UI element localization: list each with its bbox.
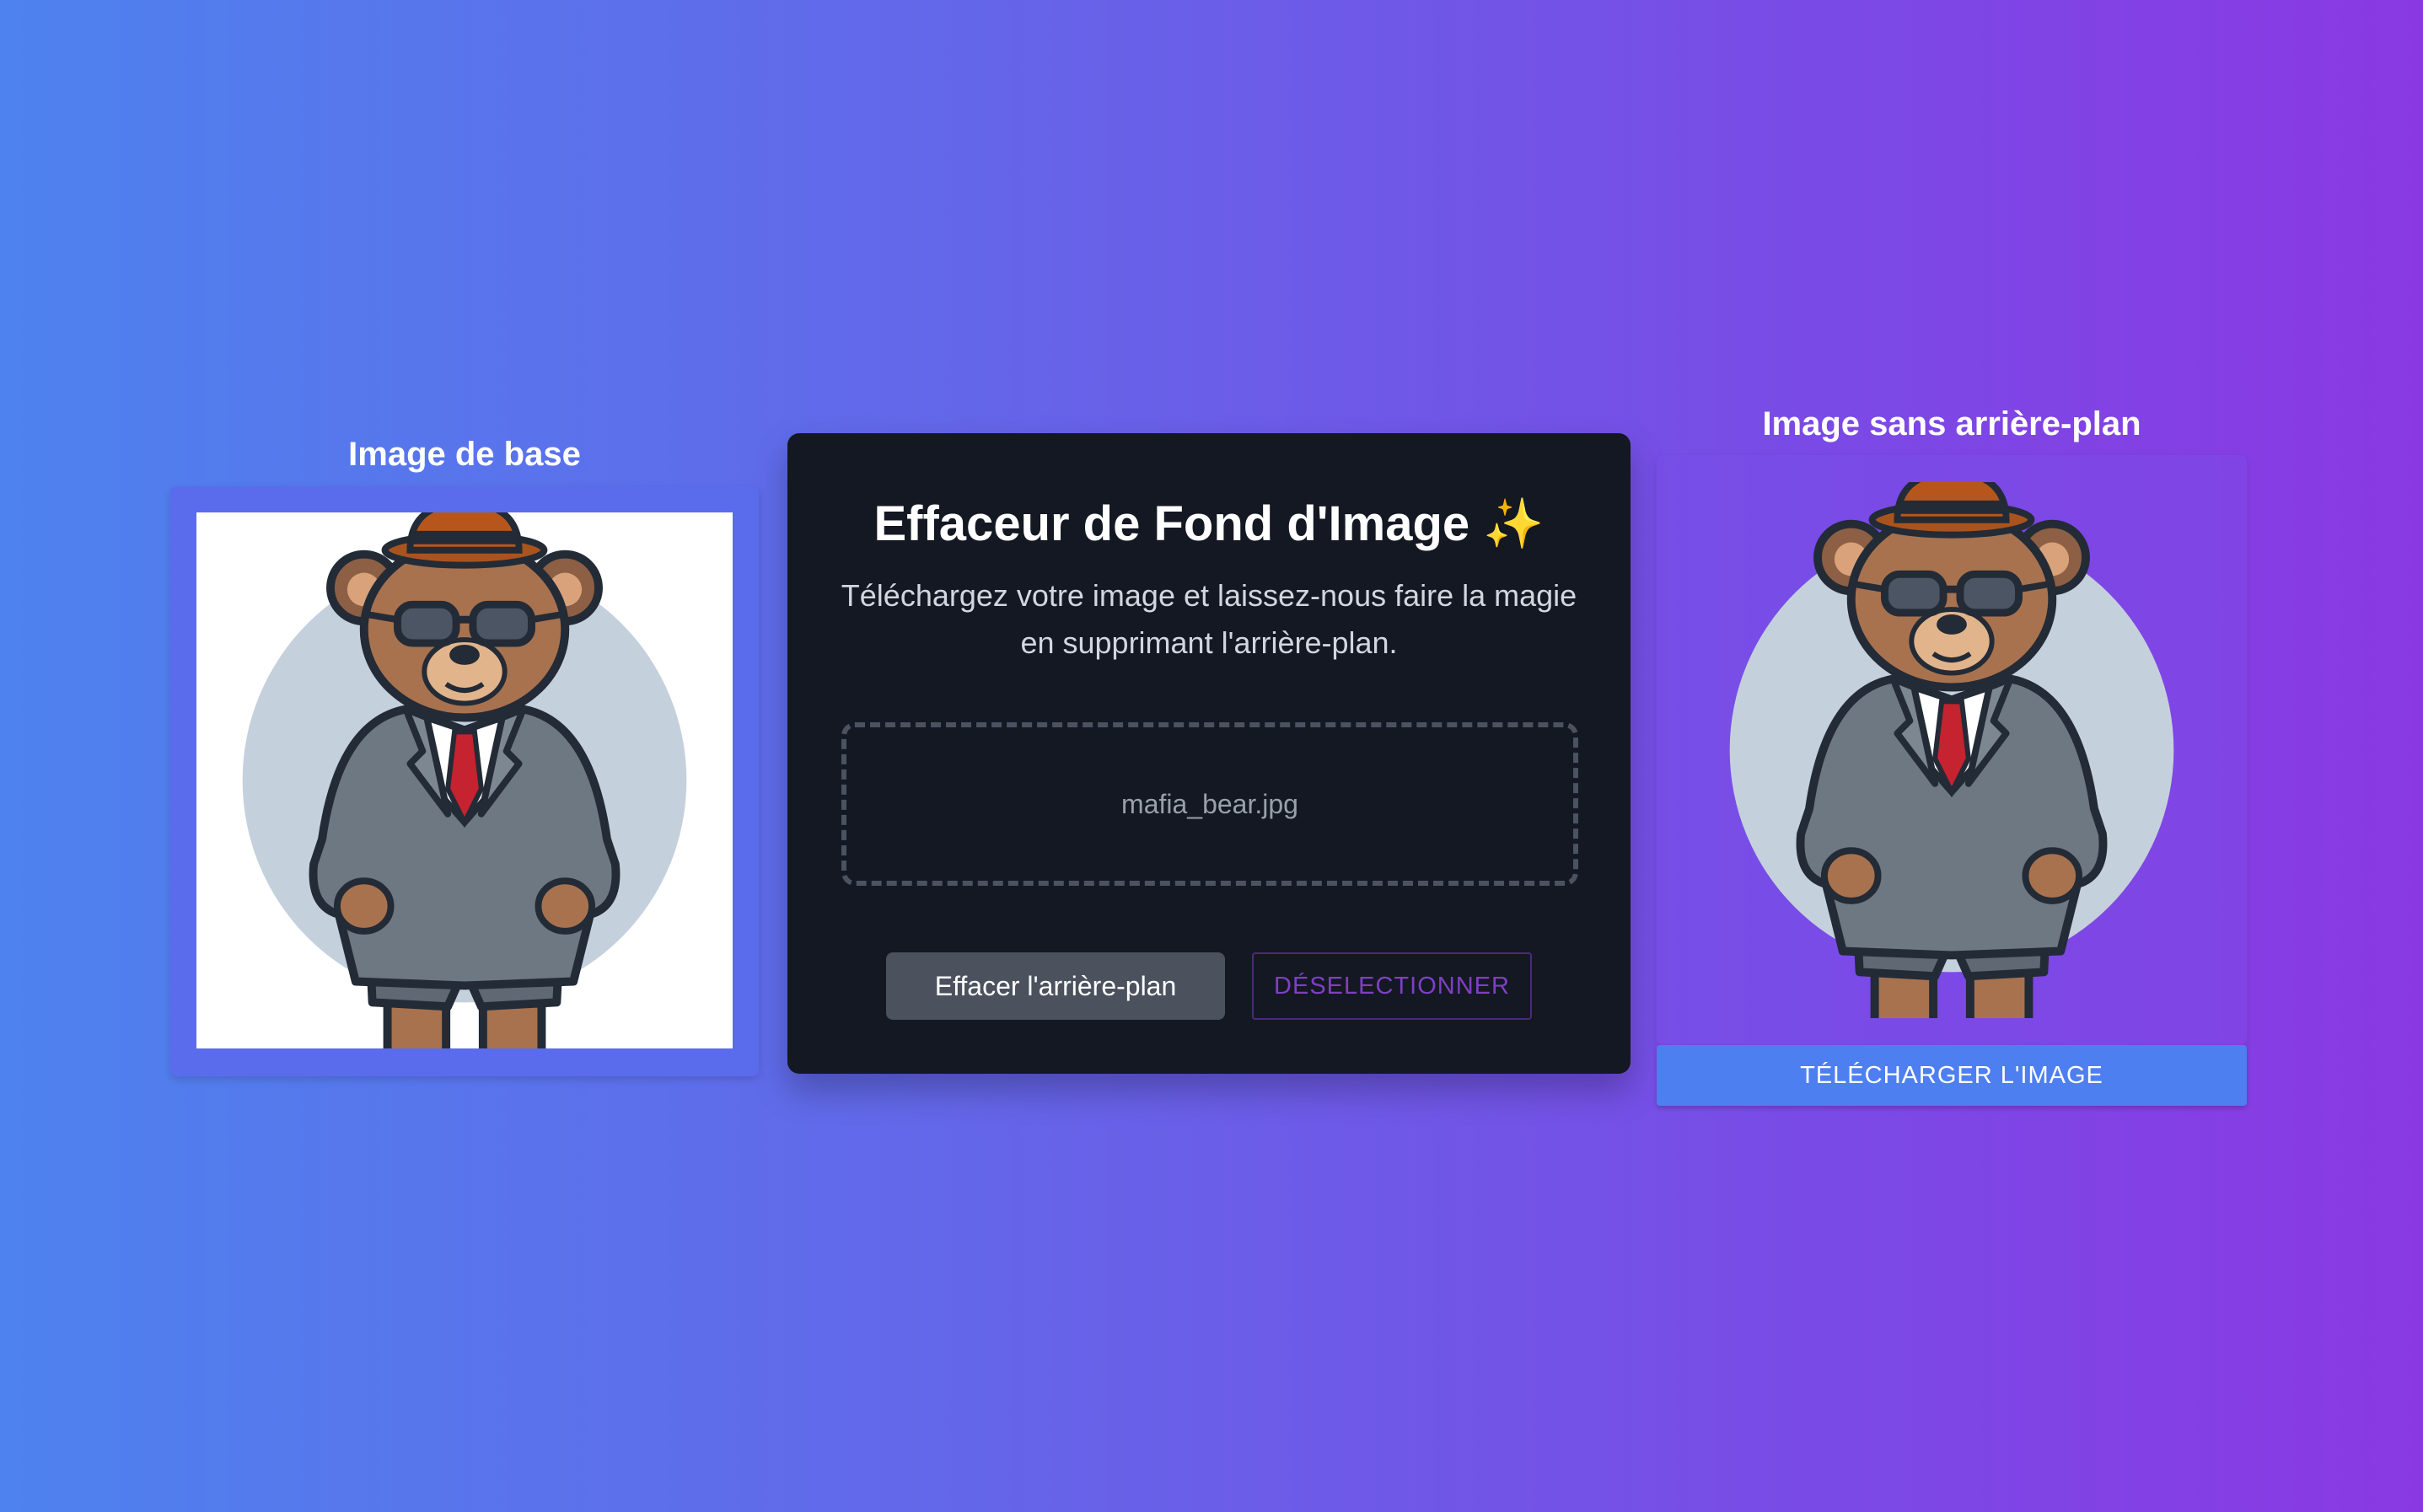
remove-background-button[interactable]: Effacer l'arrière-plan: [886, 952, 1225, 1020]
original-image-title: Image de base: [348, 436, 581, 473]
app-description: Téléchargez votre image et laissez-nous …: [841, 578, 1577, 660]
download-image-button[interactable]: TÉLÉCHARGER L'IMAGE: [1657, 1045, 2247, 1106]
file-dropzone[interactable]: mafia_bear.jpg: [841, 722, 1578, 886]
original-image-card: [170, 486, 759, 1076]
result-image-title: Image sans arrière-plan: [1762, 405, 2141, 442]
deselect-button[interactable]: DÉSELECTIONNER: [1252, 952, 1532, 1020]
app-title: Effaceur de Fond d'Image ✨: [873, 496, 1545, 551]
bear-illustration-with-background: [242, 512, 687, 1048]
original-image: [196, 512, 733, 1048]
bear-illustration-transparent: [1729, 482, 2174, 1018]
result-image: [1684, 482, 2220, 1018]
background-remover-panel: Effaceur de Fond d'Image ✨ Téléchargez v…: [787, 433, 1631, 1074]
result-image-card: [1657, 455, 2247, 1045]
selected-file-name: mafia_bear.jpg: [1121, 788, 1298, 819]
